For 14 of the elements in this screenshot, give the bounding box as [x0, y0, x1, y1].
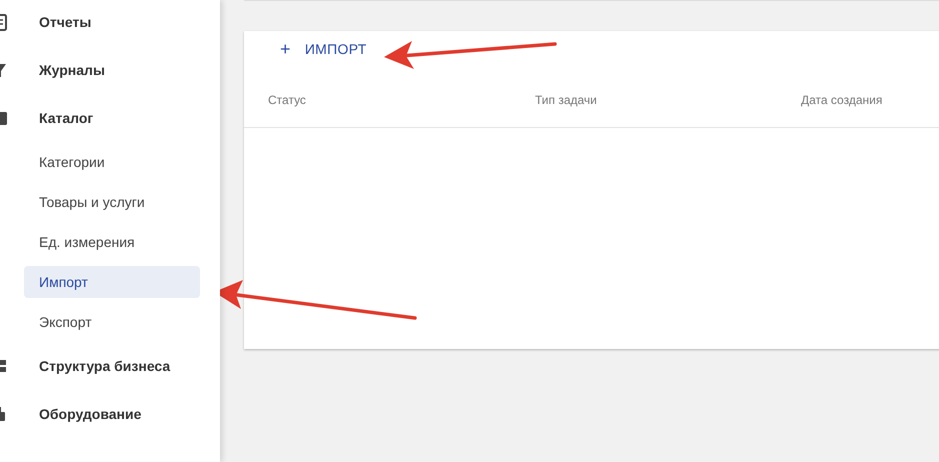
sidebar-item[interactable]: Каталог [0, 94, 200, 142]
sidebar-item[interactable]: Категории [24, 146, 200, 178]
column-header: Тип задачи [535, 93, 598, 107]
sidebar-item[interactable]: Оборудование [0, 390, 200, 438]
sidebar-item[interactable]: Экспорт [24, 306, 200, 338]
sidebar-item[interactable]: Импорт [24, 266, 200, 298]
import-button[interactable]: + ИМПОРТ [266, 31, 381, 67]
sidebar-item[interactable]: Журналы [0, 46, 200, 94]
sidebar-item[interactable]: Отчеты [0, 0, 200, 46]
column-header: Дата создания [801, 93, 884, 107]
column-header: Статус [268, 93, 307, 107]
sidebar-item[interactable]: Структура бизнеса [0, 342, 200, 390]
sidebar-item[interactable]: Товары и услуги [24, 186, 200, 218]
sidebar-item[interactable]: Ед. измерения [24, 226, 200, 258]
